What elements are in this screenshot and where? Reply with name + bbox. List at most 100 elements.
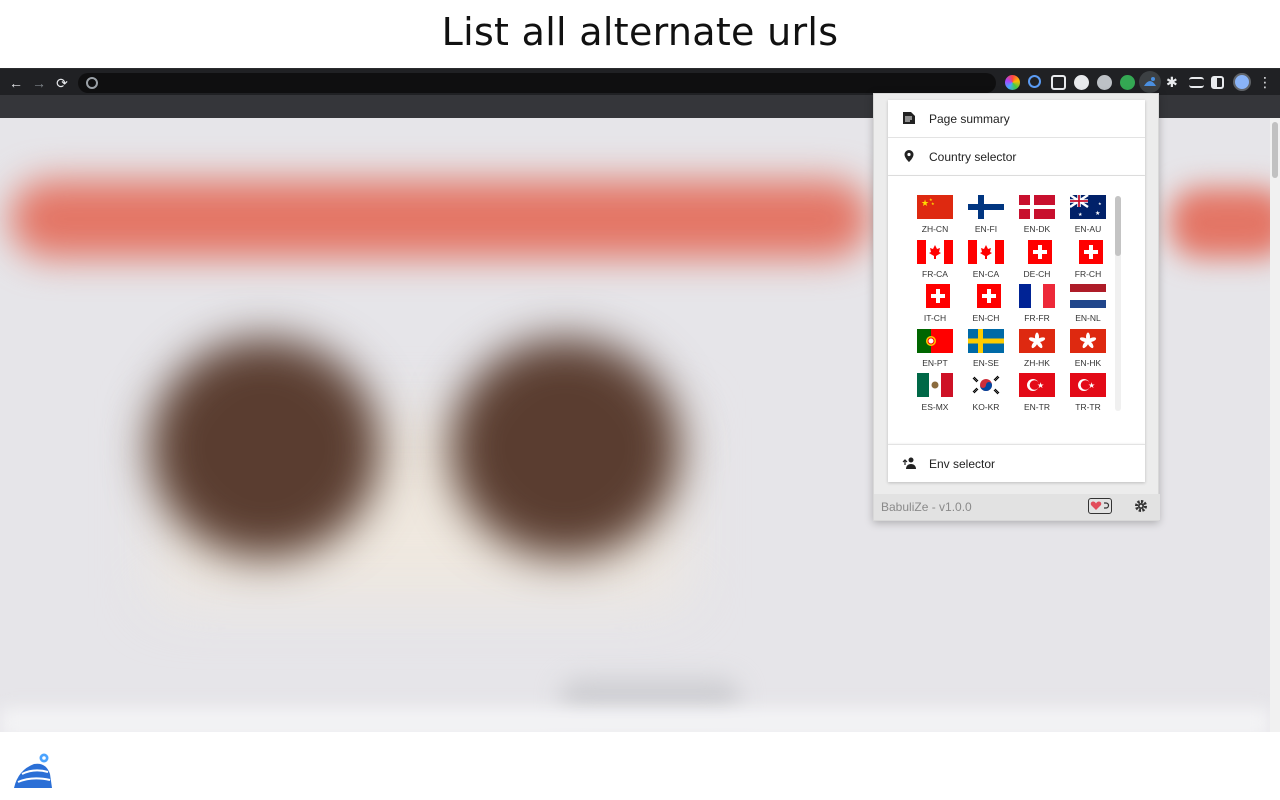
country-code-label: TR-TR xyxy=(1075,402,1101,412)
page-scroll-thumb[interactable] xyxy=(1272,122,1278,178)
more-menu-icon[interactable]: ⋮ xyxy=(1258,75,1272,90)
fi-flag-icon xyxy=(968,195,1004,219)
ch-flag-icon xyxy=(968,284,1004,308)
country-code-label: IT-CH xyxy=(923,313,947,323)
gear-icon[interactable] xyxy=(1133,498,1149,514)
country-code-label: EN-CA xyxy=(972,268,1000,279)
country-flag-it-ch[interactable]: IT-CH xyxy=(915,284,955,328)
svg-text:★: ★ xyxy=(1088,381,1095,390)
country-code-label: FR-CA xyxy=(922,268,948,279)
country-code-label: FR-CH xyxy=(1074,268,1102,279)
menu-item-label: Env selector xyxy=(929,457,996,471)
country-flag-zh-cn[interactable]: ★ ★ ★ ZH-CN xyxy=(915,195,955,239)
country-code-label: EN-NL xyxy=(1075,313,1101,323)
g-extension-icon[interactable] xyxy=(1074,75,1089,90)
dk-flag-icon xyxy=(1019,195,1055,219)
ch-flag-icon xyxy=(1019,239,1055,264)
country-flag-zh-hk[interactable]: ZH-HK xyxy=(1017,328,1057,373)
country-code-label: FR-FR xyxy=(1024,313,1050,323)
forward-icon[interactable]: → xyxy=(29,73,49,93)
country-flag-fr-fr[interactable]: FR-FR xyxy=(1017,284,1057,328)
country-code-label: EN-FI xyxy=(974,224,998,234)
country-flag-en-dk[interactable]: EN-DK xyxy=(1017,195,1057,239)
country-flag-es-mx[interactable]: ES-MX xyxy=(915,373,955,417)
link-extension-icon[interactable] xyxy=(1025,72,1044,91)
country-flag-en-fi[interactable]: EN-FI xyxy=(966,195,1006,239)
page-scrollbar[interactable] xyxy=(1270,118,1280,732)
tr-flag-icon: ★ xyxy=(1070,373,1106,397)
menu-item-country-selector[interactable]: Country selector xyxy=(888,138,1145,176)
blurred-page-bottom xyxy=(0,708,1270,732)
country-code-label: EN-TR xyxy=(1024,402,1050,412)
country-code-label: ZH-CN xyxy=(921,224,949,234)
nl-flag-icon xyxy=(1070,284,1106,308)
hk-flag-icon xyxy=(1070,328,1106,353)
donate-coffee-button[interactable] xyxy=(1088,498,1112,514)
babulize-extension-icon[interactable] xyxy=(1139,71,1161,93)
version-label: BabuliZe - v1.0.0 xyxy=(881,500,972,514)
side-panel-icon[interactable] xyxy=(1211,76,1224,89)
site-info-icon[interactable] xyxy=(86,77,98,89)
country-flag-fr-ch[interactable]: FR-CH xyxy=(1068,239,1108,284)
country-code-label: EN-SE xyxy=(973,357,999,368)
green-extension-icon[interactable] xyxy=(1120,75,1135,90)
country-flag-en-ch[interactable]: EN-CH xyxy=(966,284,1006,328)
menu-item-page-summary[interactable]: Page summary xyxy=(888,100,1145,138)
country-code-label: ZH-HK xyxy=(1024,357,1050,368)
env-selector-icon xyxy=(902,457,916,469)
color-picker-extension-icon[interactable] xyxy=(1005,75,1020,90)
au-flag-icon: ★ ★ ★ xyxy=(1070,195,1106,219)
country-code-label: EN-AU xyxy=(1074,224,1102,234)
puzzle-icon[interactable]: ✱ xyxy=(1166,75,1181,90)
back-icon[interactable]: ← xyxy=(6,73,26,93)
country-flag-de-ch[interactable]: DE-CH xyxy=(1017,239,1057,284)
profile-avatar[interactable] xyxy=(1233,73,1251,91)
country-flag-en-tr[interactable]: ★ EN-TR xyxy=(1017,373,1057,417)
country-flag-list: ★ ★ ★ ZH-CN EN-FI EN-DK ★ ★ ★ EN-AU FR-CA EN-CA DE-C… xyxy=(888,176,1145,444)
country-flag-ko-kr[interactable]: KO-KR xyxy=(966,373,1006,417)
flag-list-scroll-thumb[interactable] xyxy=(1115,196,1121,256)
page-headline: List all alternate urls xyxy=(441,10,839,54)
ca-flag-icon xyxy=(968,239,1004,264)
pt-flag-icon xyxy=(917,328,953,353)
svg-text:★: ★ xyxy=(1098,201,1102,206)
hk-flag-icon xyxy=(1019,328,1055,353)
country-flag-en-nl[interactable]: EN-NL xyxy=(1068,284,1108,328)
svg-text:★: ★ xyxy=(1037,381,1044,390)
country-code-label: DE-CH xyxy=(1023,268,1051,279)
svg-text:★: ★ xyxy=(931,201,935,206)
ch-flag-icon xyxy=(1070,239,1106,264)
popup-footer: BabuliZe - v1.0.0 xyxy=(874,494,1160,520)
reload-icon[interactable]: ⟳ xyxy=(52,73,72,93)
blurred-banner-right xyxy=(1170,188,1270,258)
country-flag-tr-tr[interactable]: ★ TR-TR xyxy=(1068,373,1108,417)
reading-list-icon[interactable] xyxy=(1189,77,1204,88)
country-code-label: ES-MX xyxy=(921,402,949,412)
document-icon xyxy=(903,112,915,124)
kr-flag-icon xyxy=(968,373,1004,397)
se-flag-icon xyxy=(968,328,1004,353)
country-flag-fr-ca[interactable]: FR-CA xyxy=(915,239,955,284)
blurred-left-lens xyxy=(150,338,380,558)
ch-flag-icon xyxy=(917,284,953,308)
country-code-label: EN-HK xyxy=(1074,357,1102,368)
flag-list-scrollbar[interactable] xyxy=(1115,196,1121,411)
address-bar[interactable] xyxy=(78,73,996,93)
country-flag-en-ca[interactable]: EN-CA xyxy=(966,239,1006,284)
country-code-label: EN-DK xyxy=(1023,224,1051,234)
country-flag-en-au[interactable]: ★ ★ ★ EN-AU xyxy=(1068,195,1108,239)
country-code-label: EN-CH xyxy=(972,313,1000,323)
country-flag-en-hk[interactable]: EN-HK xyxy=(1068,328,1108,373)
country-flag-en-se[interactable]: EN-SE xyxy=(966,328,1006,373)
country-flag-en-pt[interactable]: EN-PT xyxy=(915,328,955,373)
tr-flag-icon: ★ xyxy=(1019,373,1055,397)
svg-text:★: ★ xyxy=(921,199,929,209)
menu-card: Page summary Country selector xyxy=(888,100,1145,176)
cookie-extension-icon[interactable] xyxy=(1097,75,1112,90)
cn-flag-icon: ★ ★ ★ xyxy=(917,195,953,219)
browser-toolbar: ← → ⟳ ✱ ⋮ xyxy=(0,68,1280,95)
blurred-right-lens xyxy=(450,338,680,558)
menu-item-env-selector[interactable]: Env selector xyxy=(888,444,1145,482)
window-extension-icon[interactable] xyxy=(1051,75,1066,90)
svg-text:★: ★ xyxy=(1095,210,1100,217)
